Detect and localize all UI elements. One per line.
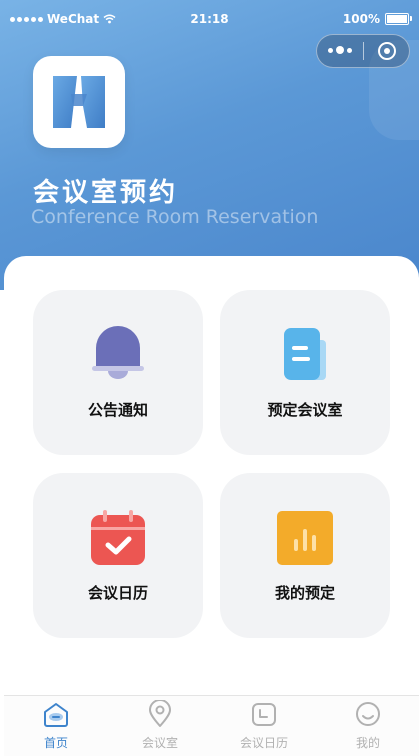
bottom-tab-bar: 首页 会议室 会议日历 我的 <box>4 695 419 756</box>
tab-rooms-label: 会议室 <box>141 736 178 750</box>
header-banner: WeChat 21:18 100% 会议室预约 Conference Room … <box>0 0 419 290</box>
main-content: 公告通知 预定会议室 会议日历 我的预定 <box>4 256 419 696</box>
notice-card[interactable]: 公告通知 <box>33 290 203 455</box>
bar-chart-icon <box>277 511 333 565</box>
calendar-icon <box>252 703 276 726</box>
book-room-card[interactable]: 预定会议室 <box>220 290 390 455</box>
app-title: 会议室预约 <box>33 178 179 208</box>
book-room-card-label: 预定会议室 <box>267 401 343 419</box>
close-miniprogram-button[interactable] <box>364 42 409 60</box>
smiley-icon <box>356 702 380 726</box>
calendar-icon <box>91 510 145 565</box>
battery-percent: 100% <box>342 12 380 26</box>
document-icon <box>284 328 326 380</box>
tab-mine-label: 我的 <box>355 736 380 750</box>
my-bookings-card[interactable]: 我的预定 <box>220 473 390 638</box>
meeting-calendar-card[interactable]: 会议日历 <box>33 473 203 638</box>
location-pin-icon <box>149 700 171 727</box>
home-icon <box>44 703 68 727</box>
tab-calendar-label: 会议日历 <box>239 736 288 750</box>
app-logo <box>33 56 125 148</box>
notice-card-label: 公告通知 <box>87 401 148 419</box>
logo-icon <box>53 76 105 128</box>
tab-mine[interactable]: 我的 <box>323 700 413 754</box>
bell-icon <box>92 326 144 379</box>
app-frame: WeChat 21:18 100% 会议室预约 Conference Room … <box>0 0 419 756</box>
tab-home-label: 首页 <box>43 736 68 750</box>
app-subtitle: Conference Room Reservation <box>31 206 319 228</box>
status-battery-group: 100% <box>342 12 412 26</box>
miniprogram-capsule <box>316 34 410 68</box>
tab-calendar[interactable]: 会议日历 <box>219 700 309 754</box>
tab-home[interactable]: 首页 <box>11 700 101 754</box>
my-bookings-card-label: 我的预定 <box>274 584 335 602</box>
more-options-button[interactable] <box>317 46 363 55</box>
battery-icon <box>385 13 412 25</box>
target-icon <box>377 42 396 60</box>
meeting-calendar-card-label: 会议日历 <box>87 584 148 602</box>
tab-rooms[interactable]: 会议室 <box>115 700 205 754</box>
